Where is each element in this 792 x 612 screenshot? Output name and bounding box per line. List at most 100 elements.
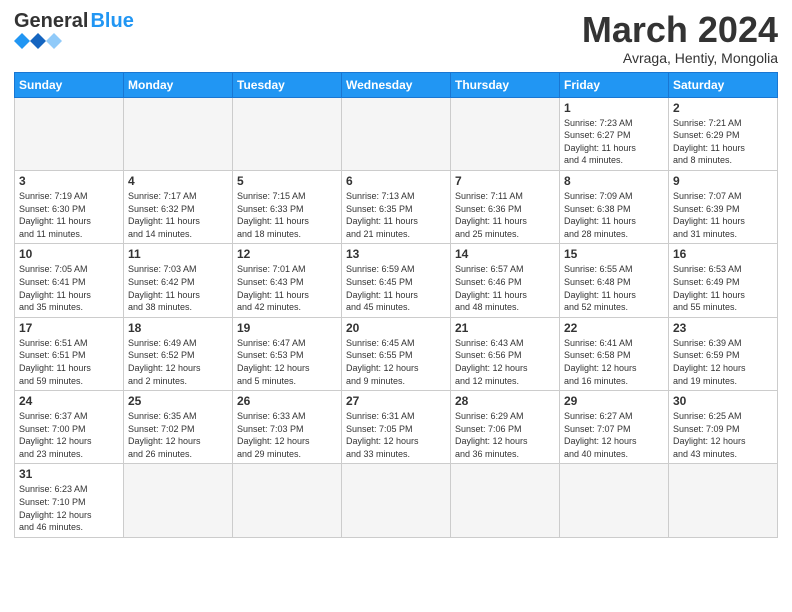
day-info: Sunrise: 7:03 AM Sunset: 6:42 PM Dayligh… (128, 263, 228, 313)
day-number: 15 (564, 247, 664, 261)
calendar-cell: 14 Sunrise: 6:57 AM Sunset: 6:46 PM Dayli… (451, 244, 560, 317)
day-number: 10 (19, 247, 119, 261)
day-number: 6 (346, 174, 446, 188)
day-number: 3 (19, 174, 119, 188)
day-number: 2 (673, 101, 773, 115)
day-info: Sunrise: 6:55 AM Sunset: 6:48 PM Dayligh… (564, 263, 664, 313)
day-info: Sunrise: 6:47 AM Sunset: 6:53 PM Dayligh… (237, 337, 337, 387)
calendar-cell: 12 Sunrise: 7:01 AM Sunset: 6:43 PM Dayli… (233, 244, 342, 317)
calendar-cell: 28 Sunrise: 6:29 AM Sunset: 7:06 PM Dayli… (451, 391, 560, 464)
calendar-cell: 29 Sunrise: 6:27 AM Sunset: 7:07 PM Dayli… (560, 391, 669, 464)
calendar-cell (124, 97, 233, 170)
day-info: Sunrise: 7:17 AM Sunset: 6:32 PM Dayligh… (128, 190, 228, 240)
calendar-cell: 23Sunrise: 6:39 AM Sunset: 6:59 PM Dayli… (669, 317, 778, 390)
day-info: Sunrise: 6:49 AM Sunset: 6:52 PM Dayligh… (128, 337, 228, 387)
calendar-cell: 4 Sunrise: 7:17 AM Sunset: 6:32 PM Daylig… (124, 170, 233, 243)
day-info: Sunrise: 7:19 AM Sunset: 6:30 PM Dayligh… (19, 190, 119, 240)
day-info: Sunrise: 7:15 AM Sunset: 6:33 PM Dayligh… (237, 190, 337, 240)
day-number: 1 (564, 101, 664, 115)
calendar-cell: 25 Sunrise: 6:35 AM Sunset: 7:02 PM Dayli… (124, 391, 233, 464)
day-info: Sunrise: 7:13 AM Sunset: 6:35 PM Dayligh… (346, 190, 446, 240)
day-number: 8 (564, 174, 664, 188)
calendar-cell: 3 Sunrise: 7:19 AM Sunset: 6:30 PM Daylig… (15, 170, 124, 243)
calendar-cell: 5 Sunrise: 7:15 AM Sunset: 6:33 PM Daylig… (233, 170, 342, 243)
calendar-cell (669, 464, 778, 537)
calendar-cell: 31 Sunrise: 6:23 AM Sunset: 7:10 PM Dayli… (15, 464, 124, 537)
calendar-cell (233, 464, 342, 537)
day-number: 5 (237, 174, 337, 188)
day-info: Sunrise: 6:23 AM Sunset: 7:10 PM Dayligh… (19, 483, 119, 533)
day-number: 30 (673, 394, 773, 408)
header-monday: Monday (124, 72, 233, 97)
day-info: Sunrise: 6:25 AM Sunset: 7:09 PM Dayligh… (673, 410, 773, 460)
calendar-cell: 7 Sunrise: 7:11 AM Sunset: 6:36 PM Daylig… (451, 170, 560, 243)
header-sunday: Sunday (15, 72, 124, 97)
day-info: Sunrise: 6:57 AM Sunset: 6:46 PM Dayligh… (455, 263, 555, 313)
day-info: Sunrise: 7:11 AM Sunset: 6:36 PM Dayligh… (455, 190, 555, 240)
calendar-cell: 21Sunrise: 6:43 AM Sunset: 6:56 PM Dayli… (451, 317, 560, 390)
calendar-cell: 15 Sunrise: 6:55 AM Sunset: 6:48 PM Dayli… (560, 244, 669, 317)
day-info: Sunrise: 7:09 AM Sunset: 6:38 PM Dayligh… (564, 190, 664, 240)
calendar-cell: 26Sunrise: 6:33 AM Sunset: 7:03 PM Dayli… (233, 391, 342, 464)
header-friday: Friday (560, 72, 669, 97)
calendar-cell (124, 464, 233, 537)
day-number: 16 (673, 247, 773, 261)
day-number: 9 (673, 174, 773, 188)
calendar-cell: 20Sunrise: 6:45 AM Sunset: 6:55 PM Dayli… (342, 317, 451, 390)
calendar-cell: 10Sunrise: 7:05 AM Sunset: 6:41 PM Dayli… (15, 244, 124, 317)
day-number: 17 (19, 321, 119, 335)
logo-icon (14, 33, 64, 49)
calendar-cell: 13Sunrise: 6:59 AM Sunset: 6:45 PM Dayli… (342, 244, 451, 317)
day-number: 7 (455, 174, 555, 188)
calendar-cell: 24Sunrise: 6:37 AM Sunset: 7:00 PM Dayli… (15, 391, 124, 464)
day-info: Sunrise: 6:29 AM Sunset: 7:06 PM Dayligh… (455, 410, 555, 460)
day-info: Sunrise: 6:35 AM Sunset: 7:02 PM Dayligh… (128, 410, 228, 460)
calendar-cell: 6 Sunrise: 7:13 AM Sunset: 6:35 PM Daylig… (342, 170, 451, 243)
day-number: 11 (128, 247, 228, 261)
day-number: 28 (455, 394, 555, 408)
day-number: 26 (237, 394, 337, 408)
day-number: 12 (237, 247, 337, 261)
day-number: 25 (128, 394, 228, 408)
calendar-table: Sunday Monday Tuesday Wednesday Thursday… (14, 72, 778, 538)
day-number: 29 (564, 394, 664, 408)
header: General Blue March 2024 Avraga, Hentiy, … (14, 10, 778, 66)
logo: General Blue (14, 10, 134, 49)
day-info: Sunrise: 6:37 AM Sunset: 7:00 PM Dayligh… (19, 410, 119, 460)
calendar-cell: 11 Sunrise: 7:03 AM Sunset: 6:42 PM Dayli… (124, 244, 233, 317)
calendar-cell: 9 Sunrise: 7:07 AM Sunset: 6:39 PM Daylig… (669, 170, 778, 243)
day-number: 18 (128, 321, 228, 335)
header-saturday: Saturday (669, 72, 778, 97)
day-info: Sunrise: 6:27 AM Sunset: 7:07 PM Dayligh… (564, 410, 664, 460)
day-number: 22 (564, 321, 664, 335)
page: General Blue March 2024 Avraga, Hentiy, … (0, 0, 792, 612)
calendar-cell (15, 97, 124, 170)
day-info: Sunrise: 7:07 AM Sunset: 6:39 PM Dayligh… (673, 190, 773, 240)
day-info: Sunrise: 6:51 AM Sunset: 6:51 PM Dayligh… (19, 337, 119, 387)
day-number: 20 (346, 321, 446, 335)
day-number: 23 (673, 321, 773, 335)
calendar-cell: 1 Sunrise: 7:23 AM Sunset: 6:27 PM Daylig… (560, 97, 669, 170)
day-number: 31 (19, 467, 119, 481)
location-subtitle: Avraga, Hentiy, Mongolia (582, 50, 778, 66)
day-info: Sunrise: 7:23 AM Sunset: 6:27 PM Dayligh… (564, 117, 664, 167)
day-number: 4 (128, 174, 228, 188)
calendar-cell: 27Sunrise: 6:31 AM Sunset: 7:05 PM Dayli… (342, 391, 451, 464)
calendar-cell: 19 Sunrise: 6:47 AM Sunset: 6:53 PM Dayli… (233, 317, 342, 390)
day-info: Sunrise: 6:31 AM Sunset: 7:05 PM Dayligh… (346, 410, 446, 460)
title-block: March 2024 Avraga, Hentiy, Mongolia (582, 10, 778, 66)
calendar-header-row: Sunday Monday Tuesday Wednesday Thursday… (15, 72, 778, 97)
calendar-cell: 22 Sunrise: 6:41 AM Sunset: 6:58 PM Dayli… (560, 317, 669, 390)
calendar-cell: 16 Sunrise: 6:53 AM Sunset: 6:49 PM Dayli… (669, 244, 778, 317)
calendar-cell (342, 97, 451, 170)
calendar-cell (451, 464, 560, 537)
day-number: 19 (237, 321, 337, 335)
calendar-cell (342, 464, 451, 537)
day-number: 21 (455, 321, 555, 335)
day-number: 14 (455, 247, 555, 261)
day-info: Sunrise: 6:41 AM Sunset: 6:58 PM Dayligh… (564, 337, 664, 387)
day-info: Sunrise: 6:53 AM Sunset: 6:49 PM Dayligh… (673, 263, 773, 313)
header-wednesday: Wednesday (342, 72, 451, 97)
calendar-cell: 17 Sunrise: 6:51 AM Sunset: 6:51 PM Dayli… (15, 317, 124, 390)
day-info: Sunrise: 7:01 AM Sunset: 6:43 PM Dayligh… (237, 263, 337, 313)
